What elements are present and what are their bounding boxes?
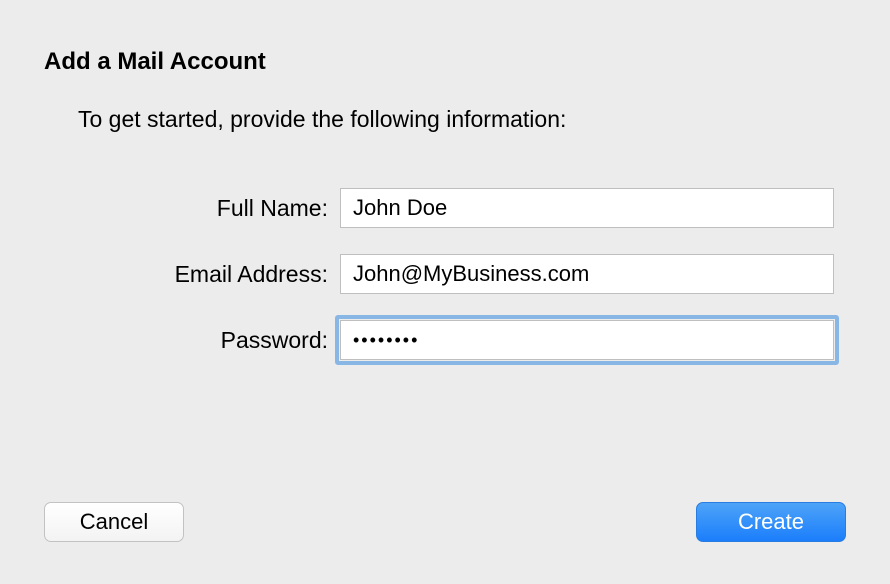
password-label: Password: [0, 327, 340, 354]
cancel-button[interactable]: Cancel [44, 502, 184, 542]
form-area: Full Name: Email Address: Password: [0, 188, 890, 386]
email-row: Email Address: [0, 254, 890, 294]
email-input-wrap [340, 254, 834, 294]
password-row: Password: [0, 320, 890, 360]
password-input[interactable] [340, 320, 834, 360]
dialog-subtitle: To get started, provide the following in… [78, 106, 566, 133]
fullname-input-wrap [340, 188, 834, 228]
dialog-title: Add a Mail Account [44, 48, 266, 76]
create-button[interactable]: Create [696, 502, 846, 542]
email-input[interactable] [340, 254, 834, 294]
email-label: Email Address: [0, 261, 340, 288]
password-input-wrap [340, 320, 834, 360]
fullname-input[interactable] [340, 188, 834, 228]
button-row: Cancel Create [44, 502, 846, 542]
fullname-row: Full Name: [0, 188, 890, 228]
fullname-label: Full Name: [0, 195, 340, 222]
